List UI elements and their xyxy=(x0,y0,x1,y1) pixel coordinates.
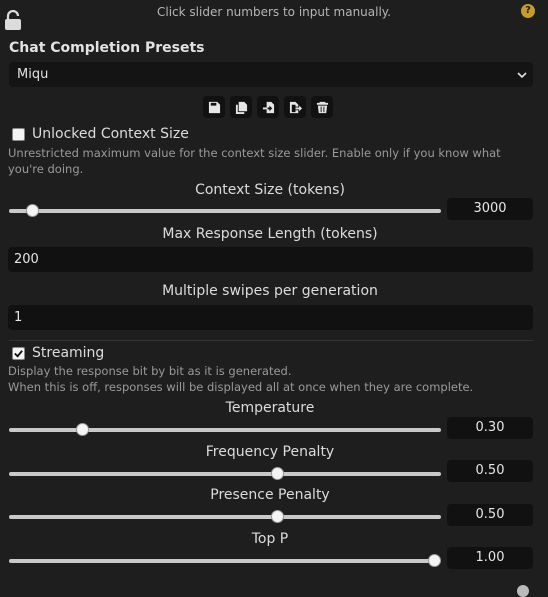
unlocked-context-label: Unlocked Context Size xyxy=(32,126,189,142)
temperature-label: Temperature xyxy=(225,400,315,416)
import-preset-button[interactable] xyxy=(257,96,279,118)
preset-select[interactable]: Miqu xyxy=(9,62,533,87)
slider-track xyxy=(9,515,441,519)
presence-penalty-label: Presence Penalty xyxy=(210,487,330,503)
slider-thumb[interactable] xyxy=(271,467,284,480)
max-response-input[interactable]: 200 xyxy=(8,247,533,272)
unlocked-context-description: Unrestricted maximum value for the conte… xyxy=(8,146,501,176)
save-icon xyxy=(208,101,220,113)
top-p-label: Top P xyxy=(251,531,289,547)
chevron-down-icon xyxy=(517,62,527,89)
divider xyxy=(9,340,533,341)
streaming-checkbox[interactable] xyxy=(12,347,25,360)
presence-penalty-slider[interactable] xyxy=(9,510,441,524)
export-icon xyxy=(289,101,302,113)
slider-thumb[interactable] xyxy=(271,510,284,523)
import-icon xyxy=(262,101,274,113)
slider-track xyxy=(9,209,441,213)
copy-icon xyxy=(235,101,247,114)
top-p-value[interactable]: 1.00 xyxy=(447,547,533,569)
slider-thumb[interactable] xyxy=(76,423,89,436)
context-size-value[interactable]: 3000 xyxy=(447,198,533,220)
slider-hint-text: Click slider numbers to input manually. xyxy=(157,5,391,19)
help-icon[interactable]: ? xyxy=(521,4,535,18)
slider-thumb[interactable] xyxy=(428,554,441,567)
unlocked-context-checkbox[interactable] xyxy=(12,128,25,141)
context-size-label: Context Size (tokens) xyxy=(195,182,345,198)
context-size-slider[interactable] xyxy=(9,204,441,218)
temperature-value[interactable]: 0.30 xyxy=(447,417,533,439)
delete-preset-button[interactable] xyxy=(311,96,333,118)
slider-track xyxy=(9,472,441,476)
scroll-indicator-icon xyxy=(517,585,529,597)
max-response-label: Max Response Length (tokens) xyxy=(162,226,378,242)
delete-icon xyxy=(316,101,328,113)
copy-preset-button[interactable] xyxy=(230,96,252,118)
swipes-label: Multiple swipes per generation xyxy=(162,283,378,299)
frequency-penalty-slider[interactable] xyxy=(9,467,441,481)
frequency-penalty-value[interactable]: 0.50 xyxy=(447,460,533,482)
frequency-penalty-label: Frequency Penalty xyxy=(205,444,335,460)
top-p-slider[interactable] xyxy=(9,554,441,568)
slider-thumb[interactable] xyxy=(26,204,39,217)
checkmark-icon xyxy=(14,350,23,358)
presets-title: Chat Completion Presets xyxy=(9,40,205,56)
temperature-slider[interactable] xyxy=(9,423,441,437)
preset-actions xyxy=(203,96,333,118)
presence-penalty-value[interactable]: 0.50 xyxy=(447,504,533,526)
swipes-input[interactable]: 1 xyxy=(8,305,533,330)
streaming-description-2: When this is off, responses will be disp… xyxy=(8,380,474,394)
preset-selected-value: Miqu xyxy=(17,67,49,82)
streaming-label: Streaming xyxy=(32,345,105,361)
slider-track xyxy=(9,428,441,432)
slider-track xyxy=(9,559,441,563)
streaming-description-1: Display the response bit by bit as it is… xyxy=(8,364,292,378)
save-preset-button[interactable] xyxy=(203,96,225,118)
export-preset-button[interactable] xyxy=(284,96,306,118)
